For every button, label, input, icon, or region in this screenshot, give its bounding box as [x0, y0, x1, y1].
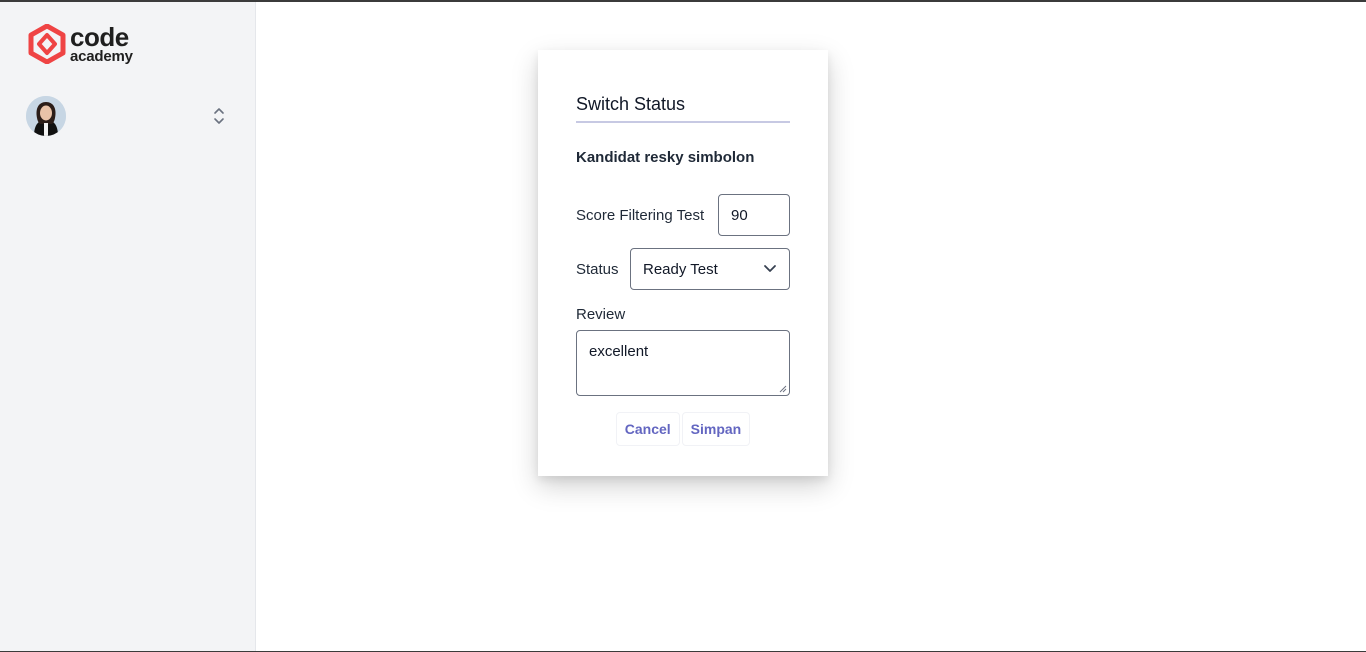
code-academy-logo-icon	[28, 24, 66, 64]
candidate-name: Kandidat resky simbolon	[576, 149, 755, 166]
status-label: Status	[576, 260, 619, 278]
switch-status-dialog: Switch Status Kandidat resky simbolon Sc…	[538, 50, 828, 476]
review-value: excellent	[589, 343, 649, 360]
review-textarea[interactable]: excellent	[576, 330, 790, 396]
brand-logo[interactable]: code academy	[28, 24, 133, 64]
score-row: Score Filtering Test 90	[576, 194, 790, 236]
chevron-up-down-icon[interactable]	[212, 106, 226, 126]
avatar-photo-icon	[26, 96, 66, 136]
brand-wordmark: code academy	[70, 24, 133, 64]
status-selected-value: Ready Test	[643, 260, 718, 278]
score-input[interactable]: 90	[718, 194, 790, 236]
status-row: Status Ready Test	[576, 248, 790, 290]
score-label: Score Filtering Test	[576, 206, 705, 224]
brand-line2: academy	[70, 48, 133, 65]
chevron-down-icon	[764, 265, 776, 272]
avatar[interactable]	[26, 96, 66, 136]
dialog-actions: Cancel Simpan	[538, 412, 828, 446]
app-frame: code academy Switch Status Kandidat resk…	[0, 0, 1366, 652]
brand-line1: code	[70, 22, 129, 52]
resize-handle-icon[interactable]	[779, 385, 787, 393]
save-button[interactable]: Simpan	[681, 412, 751, 446]
score-value: 90	[731, 206, 748, 224]
status-select[interactable]: Ready Test	[630, 248, 790, 290]
dialog-title: Switch Status	[576, 94, 790, 123]
user-switcher[interactable]	[26, 96, 230, 136]
cancel-button[interactable]: Cancel	[615, 412, 680, 446]
sidebar: code academy	[0, 2, 256, 651]
review-label: Review	[576, 306, 626, 323]
